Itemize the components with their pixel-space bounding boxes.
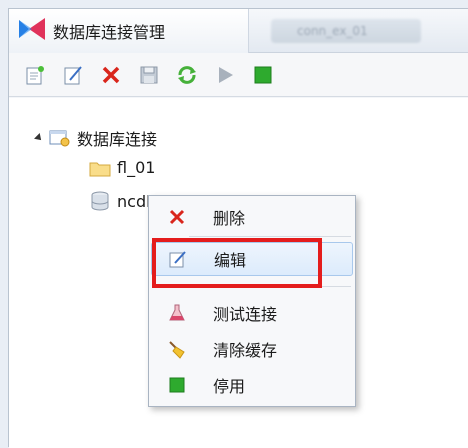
expand-arrow-icon[interactable]: [34, 133, 44, 143]
tree-item-label: fl_01: [117, 158, 156, 177]
edit-icon: [64, 65, 82, 84]
delete-button[interactable]: [99, 63, 123, 87]
refresh-button[interactable]: [175, 63, 199, 87]
edit-button[interactable]: [61, 63, 85, 87]
folder-icon: [89, 162, 111, 176]
play-icon: [219, 66, 233, 83]
window-title: 数据库连接管理: [53, 23, 166, 42]
menu-item-delete[interactable]: 删除: [151, 200, 353, 234]
red-x-icon: [102, 66, 120, 83]
database-icon: [91, 191, 109, 211]
context-menu: 删除 编辑 测试连接 清除缓存 停用: [148, 195, 356, 407]
tree-item-ncdb[interactable]: ncdb: [89, 190, 156, 212]
save-button[interactable]: [137, 63, 161, 87]
new-document-icon: [26, 65, 44, 84]
tree-root[interactable]: 数据库连接: [34, 126, 158, 150]
delete-x-icon: [165, 205, 189, 229]
menu-item-label: 停用: [213, 377, 246, 396]
flask-icon: [165, 301, 189, 325]
title-bar: 数据库连接管理 conn_ex_01: [9, 9, 468, 53]
broom-icon: [165, 337, 189, 361]
database-connections-icon: [49, 130, 70, 147]
toolbar: [9, 53, 468, 97]
tree-root-label: 数据库连接: [77, 130, 158, 149]
menu-item-label: 测试连接: [213, 305, 278, 324]
highlight-annotation: [152, 238, 322, 288]
menu-separator: [189, 236, 351, 237]
tree-item-fl01[interactable]: fl_01: [89, 158, 155, 177]
menu-item-label: 清除缓存: [213, 341, 278, 360]
menu-item-test-connection[interactable]: 测试连接: [151, 296, 353, 330]
menu-item-clear-cache[interactable]: 清除缓存: [151, 332, 353, 366]
green-square-icon: [165, 373, 189, 397]
menu-item-label: 删除: [213, 209, 246, 228]
app-logo-icon: [19, 18, 45, 44]
active-tab[interactable]: 数据库连接管理: [9, 9, 249, 53]
run-button[interactable]: [213, 63, 237, 87]
refresh-icon: [178, 65, 196, 84]
green-square-icon: [254, 66, 272, 83]
stop-button[interactable]: [251, 63, 275, 87]
background-tab[interactable]: conn_ex_01: [271, 19, 421, 43]
save-icon: [140, 66, 158, 83]
new-connection-button[interactable]: [23, 63, 47, 87]
menu-item-disable[interactable]: 停用: [151, 368, 353, 402]
